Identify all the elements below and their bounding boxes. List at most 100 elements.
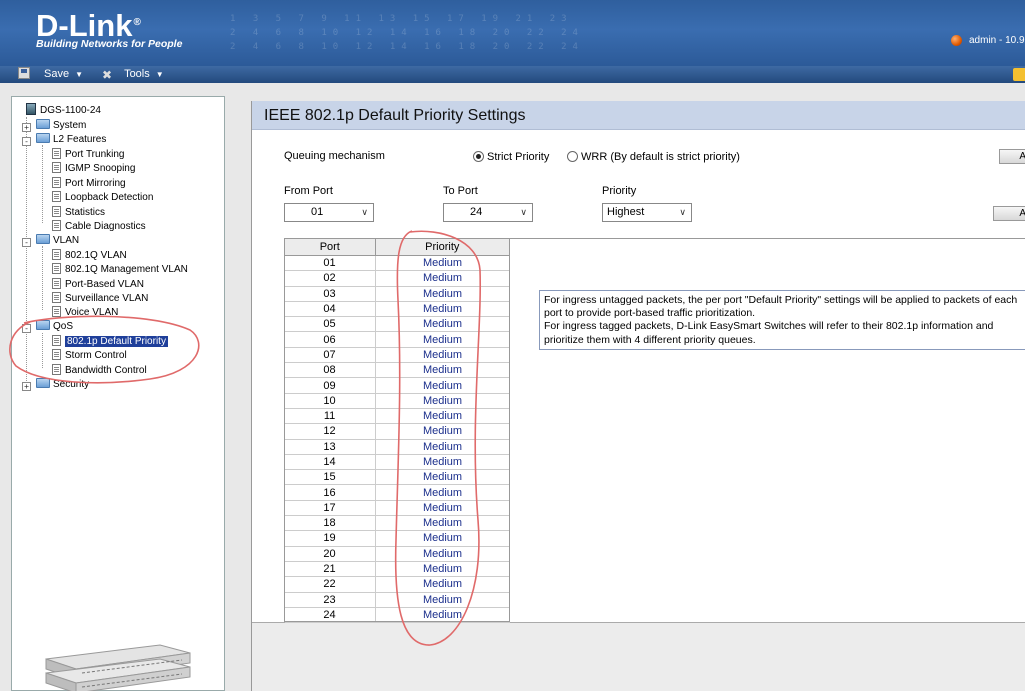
- user-info[interactable]: admin - 10.9: [951, 35, 1025, 46]
- tree-item-8021q-vlan[interactable]: 802.1Q VLAN: [52, 249, 127, 263]
- tree-item-label: Statistics: [65, 207, 106, 218]
- tree-guide-line: [42, 333, 43, 368]
- chevron-down-icon: ∨: [679, 207, 686, 217]
- tree-item-qos[interactable]: QoS: [36, 320, 73, 334]
- folder-icon: [36, 119, 50, 129]
- info-note-untagged: For ingress untagged packets, the per po…: [544, 294, 1018, 320]
- page-icon: [52, 292, 61, 303]
- page-icon: [52, 349, 61, 360]
- page-title: IEEE 802.1p Default Priority Settings: [252, 101, 1025, 130]
- save-menu[interactable]: Save ▼: [18, 67, 83, 82]
- queuing-mechanism-label: Queuing mechanism: [284, 150, 385, 162]
- key-icon[interactable]: [1013, 68, 1025, 81]
- collapse-minus-icon[interactable]: -: [22, 137, 31, 146]
- table-border: [284, 238, 510, 622]
- collapse-minus-icon[interactable]: -: [22, 324, 31, 333]
- page-icon: [52, 278, 61, 289]
- save-menu-label: Save: [44, 68, 70, 80]
- pattern-row: 1 3 5 7 9 11 13 15 17 19 21 23: [230, 14, 573, 24]
- tree-item-8021p-default-priority[interactable]: 802.1p Default Priority: [52, 335, 168, 349]
- page-icon: [52, 220, 61, 231]
- expand-plus-icon[interactable]: +: [22, 123, 31, 132]
- tree-item-port-mirroring[interactable]: Port Mirroring: [52, 177, 126, 191]
- folder-open-icon: [36, 320, 50, 330]
- tree-item-port-based-vlan[interactable]: Port-Based VLAN: [52, 278, 144, 292]
- pattern-row: 2 4 6 8 10 12 14 16 18 20 22 24: [230, 42, 584, 52]
- tree-item-8021q-management-vlan[interactable]: 802.1Q Management VLAN: [52, 263, 188, 277]
- tree-item-l2-features[interactable]: L2 Features: [36, 133, 106, 147]
- radio-selected-icon: [473, 151, 484, 162]
- logo-registered-mark: ®: [133, 16, 141, 28]
- tree-item-label: VLAN: [53, 235, 80, 246]
- tree-item-label: Port-Based VLAN: [65, 279, 144, 290]
- strict-priority-radio[interactable]: Strict Priority: [473, 151, 549, 163]
- from-port-select[interactable]: 01 ∨: [284, 203, 374, 222]
- tree-item-vlan[interactable]: VLAN: [36, 234, 79, 248]
- chevron-down-icon: ∨: [361, 207, 368, 217]
- info-note-box: For ingress untagged packets, the per po…: [539, 290, 1025, 350]
- chevron-down-icon: ▼: [75, 70, 83, 79]
- tree-item-label: Security: [53, 379, 90, 390]
- wrr-label: WRR (By default is strict priority): [581, 151, 740, 163]
- tree-item-voice-vlan[interactable]: Voice VLAN: [52, 306, 118, 320]
- tree-item-label: IGMP Snooping: [65, 163, 136, 174]
- to-port-select[interactable]: 24 ∨: [443, 203, 533, 222]
- page-icon: [52, 162, 61, 173]
- tree-item-label: Bandwidth Control: [65, 365, 147, 376]
- priority-select[interactable]: Highest ∨: [602, 203, 692, 222]
- to-port-value: 24: [470, 206, 483, 218]
- table-top-rule: [510, 238, 1025, 255]
- tree-item-label: Voice VLAN: [65, 307, 119, 318]
- tree-item-label: Port Mirroring: [65, 178, 126, 189]
- tree-item-security[interactable]: Security: [36, 378, 89, 392]
- tools-menu[interactable]: ✖ Tools ▼: [102, 67, 164, 82]
- tree-item-label: 802.1Q VLAN: [65, 250, 127, 261]
- page-icon: [52, 206, 61, 217]
- tree-item-label: Loopback Detection: [65, 192, 154, 203]
- tree-item-bandwidth-control[interactable]: Bandwidth Control: [52, 364, 147, 378]
- tree-item-surveillance-vlan[interactable]: Surveillance VLAN: [52, 292, 148, 306]
- page-icon: [52, 335, 61, 346]
- switch-device-image: [45, 644, 191, 691]
- menubar: Save ▼ ✖ Tools ▼: [0, 66, 1025, 83]
- strict-priority-label: Strict Priority: [487, 151, 550, 163]
- radio-unselected-icon: [567, 151, 578, 162]
- tree-item-loopback-detection[interactable]: Loopback Detection: [52, 191, 153, 205]
- tree-root-device[interactable]: DGS-1100-24: [26, 103, 101, 117]
- expand-plus-icon[interactable]: +: [22, 382, 31, 391]
- chevron-down-icon: ▼: [155, 70, 164, 79]
- page-icon: [52, 191, 61, 202]
- collapse-minus-icon[interactable]: -: [22, 238, 31, 247]
- wrr-radio[interactable]: WRR (By default is strict priority): [567, 151, 740, 163]
- tree-item-statistics[interactable]: Statistics: [52, 206, 105, 220]
- page-icon: [52, 148, 61, 159]
- port-pattern-decoration: 1 3 5 7 9 11 13 15 17 19 21 23 2 4 6 8 1…: [230, 14, 584, 56]
- tree-item-label: Storm Control: [65, 350, 127, 361]
- tree-item-label: System: [53, 120, 87, 131]
- folder-icon: [36, 378, 50, 388]
- priority-value: Highest: [607, 206, 645, 218]
- tree-item-igmp-snooping[interactable]: IGMP Snooping: [52, 162, 135, 176]
- tree-item-storm-control[interactable]: Storm Control: [52, 349, 127, 363]
- tree-item-cable-diagnostics[interactable]: Cable Diagnostics: [52, 220, 146, 234]
- tree-item-port-trunking[interactable]: Port Trunking: [52, 148, 124, 162]
- tree-item-label: 802.1Q Management VLAN: [65, 264, 188, 275]
- chevron-down-icon: ∨: [520, 207, 527, 217]
- apply-queuing-button[interactable]: A: [999, 149, 1025, 164]
- page-icon: [52, 306, 61, 317]
- tree-item-label-selected: 802.1p Default Priority: [65, 336, 168, 347]
- folder-open-icon: [36, 234, 50, 244]
- folder-open-icon: [36, 133, 50, 143]
- tree-guide-line: [26, 117, 27, 381]
- switch-icon: [26, 103, 36, 115]
- settings-content: Queuing mechanism Strict Priority WRR (B…: [252, 130, 1025, 624]
- tree-item-label: QoS: [53, 321, 74, 332]
- page-icon: [52, 249, 61, 260]
- user-icon: [951, 35, 962, 46]
- tree-item-system[interactable]: System: [36, 119, 86, 133]
- user-label: admin - 10.9: [969, 35, 1025, 47]
- apply-priority-button[interactable]: A: [993, 206, 1025, 221]
- pattern-row: 2 4 6 8 10 12 14 16 18 20 22 24: [230, 28, 584, 38]
- to-port-label: To Port: [443, 185, 478, 197]
- tree-item-label: Cable Diagnostics: [65, 221, 146, 232]
